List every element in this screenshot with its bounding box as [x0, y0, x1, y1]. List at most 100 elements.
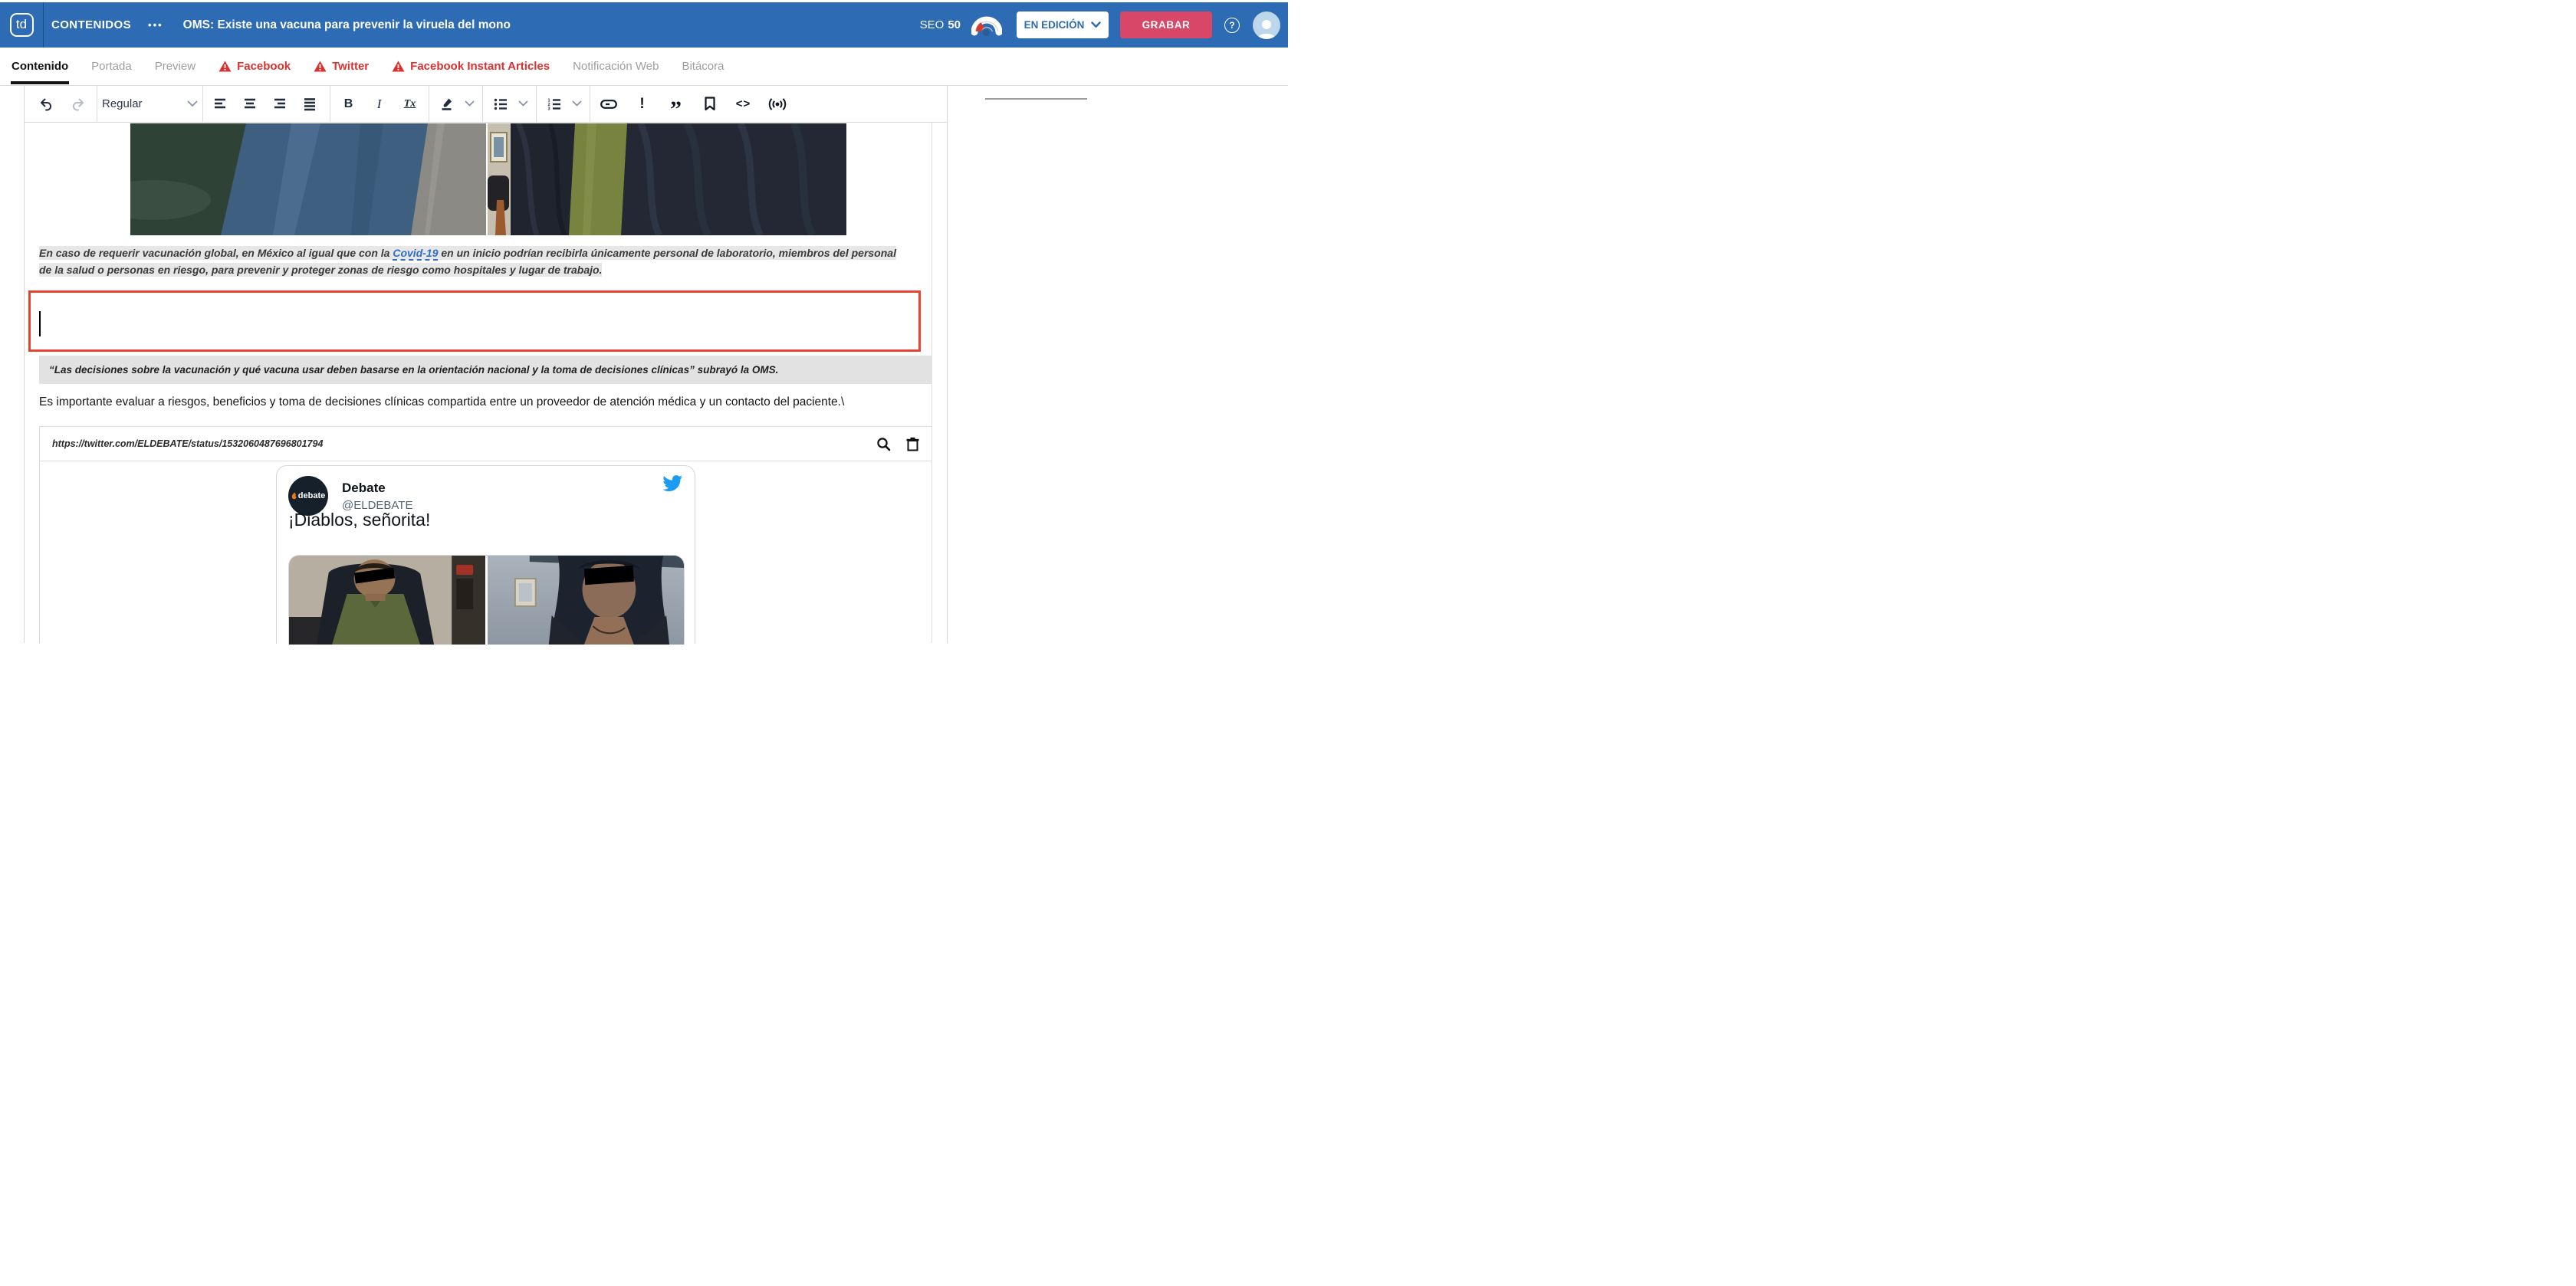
article-image-left [130, 123, 486, 235]
right-panel-divider[interactable] [985, 98, 1087, 100]
tab-label: Contenido [12, 60, 68, 73]
selected-empty-block[interactable] [28, 290, 921, 352]
chevron-down-icon [187, 100, 198, 107]
numbered-list-icon: 123 [547, 97, 562, 111]
align-left-button[interactable] [211, 93, 232, 116]
align-justify-button[interactable] [301, 93, 322, 116]
twitter-bird-icon[interactable] [662, 475, 683, 492]
person-icon [1255, 16, 1278, 39]
bullet-list-button[interactable] [491, 93, 512, 116]
exclamation-button[interactable]: ! [632, 93, 653, 116]
tweet-media[interactable] [288, 555, 685, 645]
app-header: td CONTENIDOS ••• OMS: Existe una vacuna… [0, 2, 1288, 48]
redo-button[interactable] [67, 93, 89, 116]
align-right-icon [274, 97, 288, 111]
quote-block[interactable]: “Las decisiones sobre la vacunación y qu… [39, 356, 932, 384]
align-justify-icon [304, 97, 318, 111]
tab-preview[interactable]: Preview [155, 60, 196, 73]
link-icon [600, 98, 617, 110]
article-image-right [488, 123, 846, 235]
seo-score: SEO 50 [920, 18, 961, 31]
covid19-link[interactable]: Covid-19 [393, 247, 438, 261]
save-button[interactable]: GRABAR [1120, 11, 1212, 38]
status-dropdown-label: EN EDICIÓN [1024, 19, 1085, 31]
tweet-text[interactable]: ¡Diablos, señorita! [288, 510, 430, 530]
numbered-list-button[interactable]: 123 [544, 93, 566, 116]
highlighter-icon [440, 97, 455, 111]
tweet-avatar-word: debate [298, 491, 325, 500]
tab-label: Bitácora [682, 60, 724, 73]
warning-icon [314, 61, 327, 72]
embed-search-button[interactable] [876, 437, 891, 451]
tab-label: Preview [155, 60, 196, 73]
tab-portada[interactable]: Portada [91, 60, 132, 73]
status-dropdown[interactable]: EN EDICIÓN [1017, 11, 1109, 38]
bold-button[interactable]: B [338, 93, 360, 116]
bookmark-button[interactable] [699, 93, 721, 116]
svg-text:3: 3 [548, 107, 550, 110]
align-center-button[interactable] [241, 93, 262, 116]
tab-notificacion-web[interactable]: Notificación Web [573, 60, 659, 73]
redo-icon [71, 97, 86, 112]
tweet-author-name[interactable]: Debate [342, 481, 386, 496]
align-left-icon [214, 97, 228, 111]
user-avatar[interactable] [1253, 11, 1280, 39]
highlight-button[interactable] [437, 93, 458, 116]
tab-twitter[interactable]: Twitter [314, 60, 369, 73]
bookmark-icon [704, 97, 716, 111]
seo-gauge-icon [971, 12, 1002, 38]
italic-button[interactable]: I [369, 93, 390, 116]
undo-icon [38, 97, 54, 112]
editor-toolbar: Regular [25, 86, 947, 123]
tab-facebook-instant-articles[interactable]: Facebook Instant Articles [392, 60, 550, 73]
tab-label: Notificación Web [573, 60, 659, 73]
seo-value: 50 [948, 18, 961, 31]
tab-bar: Contenido Portada Preview Facebook Twitt… [0, 48, 1288, 86]
tab-label: Facebook Instant Articles [410, 60, 550, 73]
blockquote-button[interactable]: ” [665, 93, 687, 116]
paragraph-highlighted[interactable]: En caso de requerir vacunación global, e… [39, 245, 907, 278]
warning-icon [392, 61, 405, 72]
broadcast-button[interactable] [767, 93, 788, 116]
chevron-down-icon[interactable] [518, 100, 528, 107]
article-image[interactable] [130, 123, 846, 235]
chevron-down-icon[interactable] [572, 100, 582, 107]
bullet-list-icon [494, 97, 508, 111]
chevron-down-icon[interactable] [465, 100, 475, 107]
tab-bitacora[interactable]: Bitácora [682, 60, 724, 73]
embed-url-row: https://twitter.com/ELDEBATE/status/1532… [40, 427, 932, 461]
trash-icon [906, 437, 919, 451]
logo-section[interactable]: td [0, 2, 44, 48]
code-button[interactable]: <> [733, 93, 754, 116]
align-center-icon [244, 97, 258, 111]
blockquote-glyph: ” [670, 95, 682, 113]
bold-glyph: B [344, 97, 353, 111]
search-icon [876, 437, 891, 451]
paragraph-plain[interactable]: Es importante evaluar a riesgos, benefic… [39, 395, 844, 409]
tab-label: Twitter [332, 60, 369, 73]
link-button[interactable] [598, 93, 619, 116]
tab-label: Facebook [237, 60, 291, 73]
paragraph-text: En caso de requerir vacunación global, e… [39, 247, 393, 259]
tab-facebook[interactable]: Facebook [219, 60, 291, 73]
clear-format-button[interactable]: Tx [399, 93, 421, 116]
tweet-photo-left [289, 556, 485, 645]
warning-icon [219, 61, 232, 72]
document-title: OMS: Existe una vacuna para prevenir la … [183, 18, 511, 32]
more-menu-icon[interactable]: ••• [148, 19, 163, 31]
debate-flame-icon [291, 492, 297, 500]
twitter-embed-widget: https://twitter.com/ELDEBATE/status/1532… [39, 426, 932, 643]
paragraph-style-dropdown[interactable]: Regular [97, 86, 202, 122]
chevron-down-icon [1091, 21, 1101, 28]
undo-button[interactable] [35, 93, 57, 116]
embed-delete-button[interactable] [906, 437, 919, 451]
tweet-card[interactable]: debate Debate @ELDEBATE ¡Diablos, señori… [276, 465, 695, 644]
text-cursor [39, 311, 41, 336]
align-right-button[interactable] [271, 93, 292, 116]
code-glyph: <> [736, 97, 751, 110]
tab-contenido[interactable]: Contenido [12, 60, 68, 73]
nav-contenidos[interactable]: CONTENIDOS [51, 18, 131, 31]
help-icon[interactable]: ? [1224, 18, 1240, 33]
embed-url[interactable]: https://twitter.com/ELDEBATE/status/1532… [52, 438, 323, 449]
app-logo[interactable]: td [10, 13, 34, 37]
